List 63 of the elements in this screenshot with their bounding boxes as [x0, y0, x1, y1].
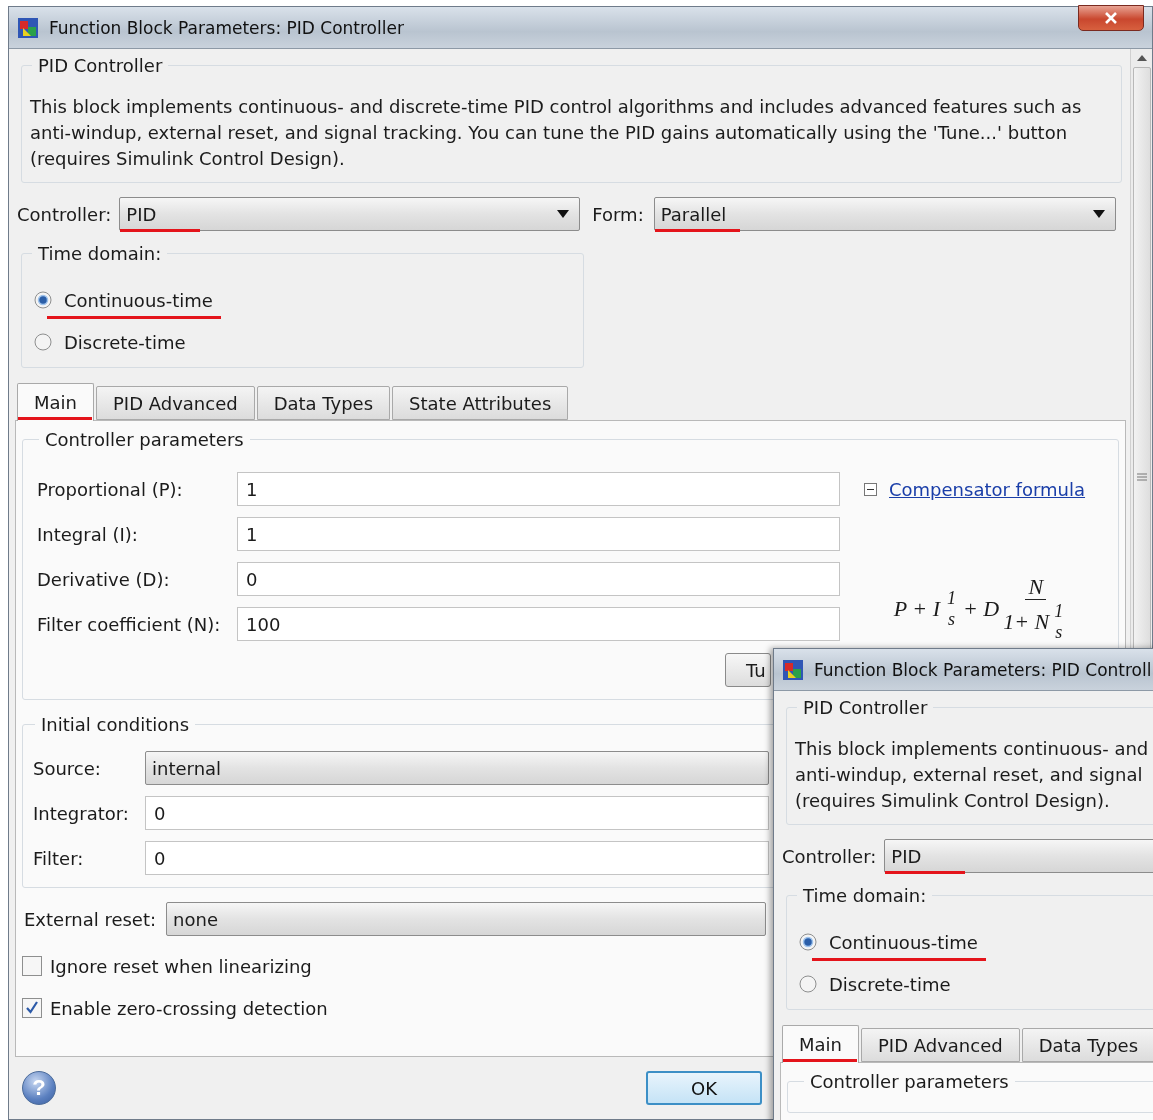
radio-label: Discrete-time	[64, 331, 186, 353]
radio-button[interactable]	[799, 975, 817, 993]
window-title: Function Block Parameters: PID Controll	[814, 659, 1152, 680]
app-icon	[17, 16, 39, 39]
tab[interactable]: Main	[782, 1025, 859, 1063]
input-field[interactable]: 0	[145, 841, 769, 875]
dropdown[interactable]: Parallel	[653, 197, 1116, 231]
collapse-icon[interactable]	[864, 482, 877, 496]
radio-button[interactable]	[34, 333, 52, 351]
group-title: Time domain:	[37, 243, 163, 264]
field-label: Filter coefficient (N):	[37, 613, 222, 635]
app-icon	[782, 658, 804, 681]
checkbox[interactable]	[22, 956, 42, 976]
description: This block implements continuous- and anti-windup, external reset, and signal (requires Simulink Control Design).	[795, 737, 1150, 813]
checkbox-label: Ignore reset when linearizing	[50, 955, 312, 977]
tab[interactable]: PID Advanced	[96, 386, 255, 420]
group-title: Initial conditions	[40, 714, 191, 735]
radio-label: Continuous-time	[64, 289, 213, 311]
input-field[interactable]: 0	[237, 562, 840, 596]
dropdown[interactable]: PID	[119, 197, 581, 231]
dropdown[interactable]: internal	[145, 751, 769, 785]
field-label: Proportional (P):	[37, 478, 184, 500]
field-label: Controller:	[17, 203, 112, 225]
link[interactable]: Compensator formula	[889, 478, 1086, 500]
description: This block implements continuous- and discrete-time PID control algorithms and includes advanced features such as anti-windup, external reset, and signal tracking. You can tune the PID gains automatically using the 'Tune...' button (requires Simulink Control Design).	[30, 95, 1083, 171]
dropdown[interactable]: none	[166, 902, 767, 936]
tab[interactable]: State Attributes	[392, 386, 569, 420]
field-label: Filter:	[33, 847, 85, 869]
ok-button[interactable]: OK	[646, 1071, 762, 1105]
tab[interactable]: Data Types	[1021, 1028, 1153, 1062]
group-title: Controller parameters	[44, 429, 245, 450]
tab[interactable]: PID Advanced	[861, 1028, 1020, 1062]
caret-icon	[1092, 210, 1105, 218]
input-field[interactable]: 1	[237, 517, 840, 551]
radio-button[interactable]	[34, 291, 52, 309]
caret-icon	[557, 210, 570, 218]
close-icon[interactable]	[1104, 12, 1118, 24]
group-title: PID Controller	[802, 697, 929, 718]
group-title: PID Controller	[37, 55, 164, 76]
field-label: Integral (I):	[37, 523, 139, 545]
input-field[interactable]: 1	[237, 472, 840, 506]
tab[interactable]: Main	[17, 383, 94, 421]
input-field[interactable]: 0	[145, 796, 769, 830]
radio-label: Discrete-time	[829, 973, 951, 995]
field-label: External reset:	[24, 908, 157, 930]
radio-button[interactable]	[799, 933, 817, 951]
tune-button[interactable]: Tu	[725, 653, 771, 687]
close-button[interactable]	[1078, 5, 1144, 31]
tab[interactable]: Data Types	[256, 386, 391, 420]
scroll-up-icon[interactable]	[1136, 55, 1147, 61]
field-label: Controller:	[782, 845, 877, 867]
group-title: Controller parameters	[809, 1071, 1010, 1092]
group-title: Time domain:	[802, 885, 928, 906]
field-label: Integrator:	[33, 802, 130, 824]
dropdown[interactable]: PID	[884, 839, 1153, 873]
checkbox-label: Enable zero-crossing detection	[50, 997, 328, 1019]
radio-label: Continuous-time	[829, 931, 978, 953]
window-title: Function Block Parameters: PID Controller	[49, 17, 404, 38]
checkbox[interactable]	[22, 998, 42, 1018]
field-label: Form:	[592, 203, 644, 225]
field-label: Derivative (D):	[37, 568, 171, 590]
field-label: Source:	[33, 757, 102, 779]
input-field[interactable]: 100	[237, 607, 840, 641]
